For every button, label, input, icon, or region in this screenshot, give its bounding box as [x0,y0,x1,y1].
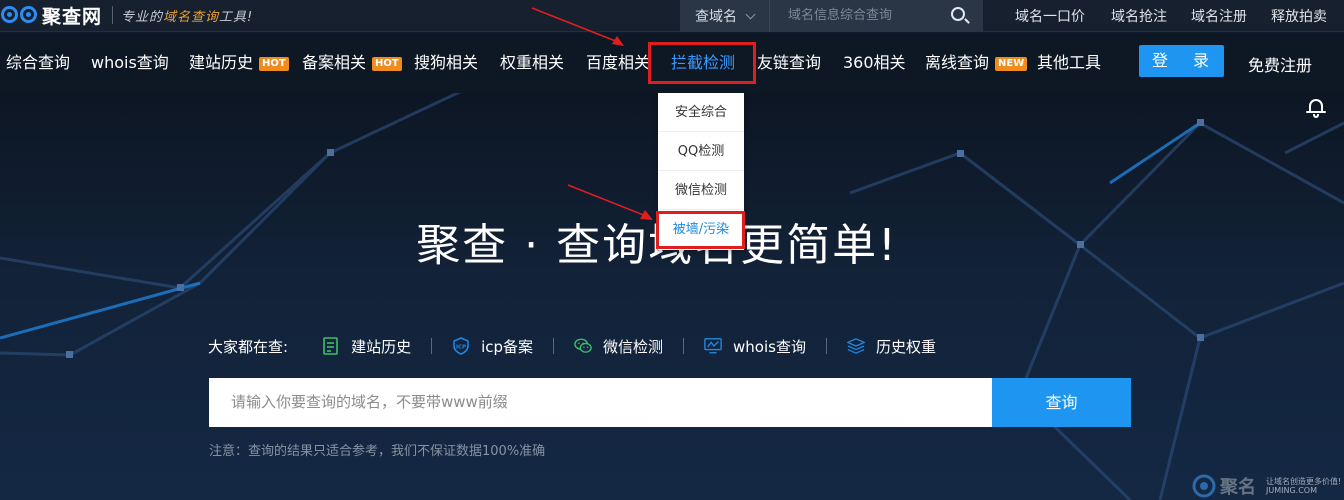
nav-item-whois[interactable]: whois查询 [91,52,169,74]
hot-badge: HOT [372,57,402,71]
nav-item-baidu[interactable]: 百度相关 [586,52,650,74]
top-search-input[interactable]: 域名信息综合查询 [770,0,937,32]
search-icon[interactable] [937,0,983,32]
logo-slogan: 专业的域名查询工具! [121,9,254,25]
nav-item-friend-links[interactable]: 友链查询 [757,52,821,74]
history-doc-icon [323,337,338,355]
highlight-box-nav [648,42,756,84]
highlight-box-dropdown [656,211,745,249]
top-link-fixed-price[interactable]: 域名一口价 [1015,6,1085,26]
popular-item-site-history[interactable]: 建站历史 [322,336,411,357]
bell-icon[interactable] [1305,96,1329,120]
juming-logo-icon [1192,474,1216,498]
popular-item-icp[interactable]: ICP icp备案 [452,336,533,357]
logo-text: 聚查网 [42,5,103,28]
main-nav: 综合查询 whois查询 建站历史 HOT 备案相关 HOT 搜狗相关 权重相关 百… [0,33,1344,93]
nav-item-360[interactable]: 360相关 [843,52,906,74]
popular-item-whois[interactable]: whois查询 [704,336,806,357]
search-button[interactable]: 查询 [992,378,1131,427]
register-link[interactable]: 免费注册 [1248,52,1312,76]
nav-item-offline[interactable]: 离线查询 NEW [925,52,1028,74]
nav-item-site-history[interactable]: 建站历史 HOT [189,52,289,74]
icp-shield-icon: ICP [453,337,469,355]
dropdown-item-security[interactable]: 安全综合 [658,93,744,132]
layers-icon [846,338,865,354]
nav-item-weight[interactable]: 权重相关 [500,52,564,74]
logo-divider [112,6,114,24]
nav-item-other-tools[interactable]: 其他工具 [1037,52,1101,74]
monitor-chart-icon [704,338,722,354]
wechat-icon [574,338,592,353]
hot-badge: HOT [259,57,289,71]
domain-search-input[interactable]: 请输入你要查询的域名，不要带www前缀 [209,378,993,427]
svg-text:ICP: ICP [456,345,466,351]
top-search: 查域名 域名信息综合查询 [680,0,983,32]
popular-item-history-weight[interactable]: 历史权重 [846,336,936,357]
dropdown-item-wechat[interactable]: 微信检测 [658,171,744,210]
divider [825,338,827,354]
nav-item-comprehensive[interactable]: 综合查询 [6,52,70,74]
disclaimer-note: 注意：查询的结果只适合参考，我们不保证数据100%准确 [209,444,546,459]
top-links: 域名一口价 域名抢注 域名注册 释放拍卖 [1000,0,1327,32]
logo[interactable]: 聚查网 专业的域名查询工具! [0,2,253,28]
popular-item-wechat[interactable]: 微信检测 [574,336,663,357]
owl-logo-icon [0,3,40,27]
popular-label: 大家都在查: [208,337,289,356]
top-bar: 聚查网 专业的域名查询工具! 查域名 域名信息综合查询 域名一口价 域名抢注 域… [0,0,1344,32]
dropdown-item-qq[interactable]: QQ检测 [658,132,744,171]
watermark: 聚名 让域名创造更多价值! JUMING.COM [1192,472,1341,500]
annotation-arrow [567,184,653,220]
top-link-auction[interactable]: 释放拍卖 [1271,6,1327,26]
top-link-register[interactable]: 域名注册 [1191,6,1247,26]
search-type-select[interactable]: 查域名 [680,0,770,32]
top-link-backorder[interactable]: 域名抢注 [1111,6,1167,26]
nav-item-sogou[interactable]: 搜狗相关 [414,52,478,74]
divider [431,338,433,354]
divider [683,338,685,354]
login-button[interactable]: 登 录 [1139,45,1224,77]
divider [553,338,555,354]
nav-item-icp[interactable]: 备案相关 HOT [302,52,402,74]
new-badge: NEW [995,57,1028,71]
annotation-arrow [531,7,624,46]
popular-searches: 大家都在查: 建站历史 ICP icp备案 微信检测 whois查询 历史权重 [208,334,936,358]
chevron-down-icon [745,9,756,19]
